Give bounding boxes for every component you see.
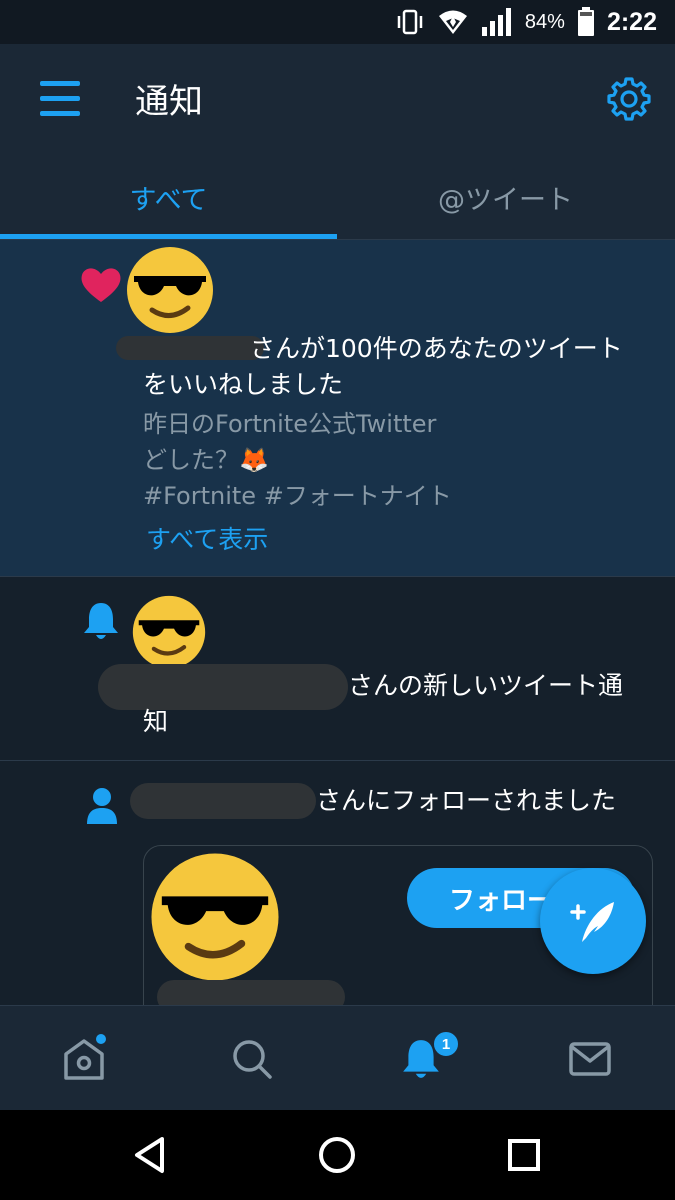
tab-bar: すべて @ツイート [0,154,675,240]
tweet-preview-line: どした？🦊 [143,446,269,474]
heart-icon [81,268,121,302]
back-icon[interactable] [132,1136,168,1174]
avatar-sunglasses-emoji[interactable] [132,595,206,669]
tweet-preview-line: 昨日のFortnite公式Twitter [143,410,437,438]
wifi-icon [438,10,467,34]
avatar-sunglasses-emoji[interactable] [150,852,280,982]
search-icon [233,1039,272,1079]
active-tab-indicator [0,234,337,239]
battery-percentage: 84% [524,10,565,33]
tab-mentions[interactable]: @ツイート [337,154,674,240]
messages-icon [569,1041,611,1076]
notification-like[interactable]: さんが100件のあなたのツイート をいいねしました 昨日のFortnite公式T… [0,240,675,577]
notification-text-cont: をいいねしました [143,370,344,399]
menu-button[interactable] [38,79,82,119]
system-navigation-bar [0,1110,675,1200]
show-all-link[interactable]: すべて表示 [146,520,268,556]
vibrate-icon [397,9,423,35]
avatar-sunglasses-emoji[interactable] [126,246,214,334]
nav-messages[interactable] [506,1006,674,1111]
recents-icon[interactable] [507,1138,541,1172]
nav-search[interactable] [168,1006,336,1111]
clock-time: 2:22 [606,7,657,36]
notification-text: さんにフォローされました [316,786,617,815]
compose-tweet-icon [570,902,614,942]
status-bar: 84% 2:22 [0,0,675,44]
bell-icon [84,603,118,639]
notification-new-tweet[interactable]: さんの新しいツイート通 知 [0,577,675,761]
settings-gear-icon[interactable] [606,76,652,122]
battery-icon [577,7,594,36]
person-icon [87,788,117,824]
tab-all[interactable]: すべて [0,154,337,240]
nav-home[interactable] [0,1006,168,1111]
page-title: 通知 [135,82,203,122]
app-header: 通知 [0,44,675,154]
notification-text-cont: 知 [143,707,169,736]
notification-text: さんの新しいツイート通 [348,671,624,700]
tweet-preview-hashtags: #Fortnite #フォートナイト [143,482,452,510]
compose-tweet-button[interactable] [540,868,646,974]
home-icon [64,1033,106,1080]
bottom-navigation: 1 [0,1005,675,1110]
home-circle-icon[interactable] [318,1136,356,1174]
notification-text: さんが100件のあなたのツイート [250,334,623,363]
nav-notifications[interactable] [337,1006,505,1111]
notification-count-badge: 1 [432,1030,460,1058]
signal-icon [481,8,511,36]
